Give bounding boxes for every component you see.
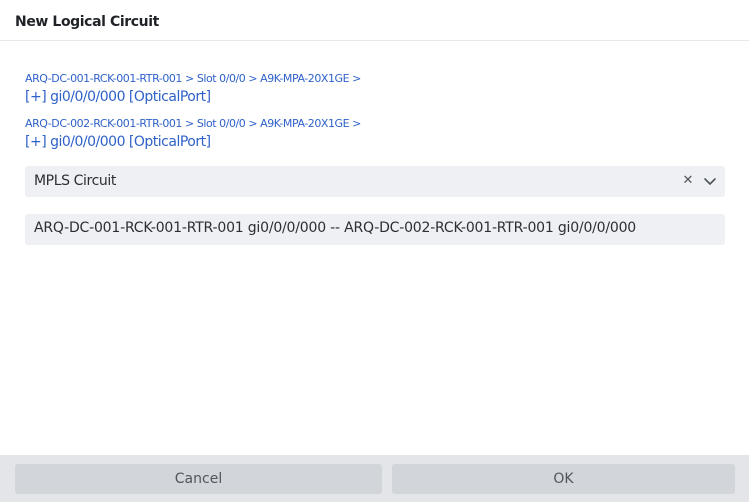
close-icon[interactable]: ✕ — [681, 173, 695, 189]
chevron-down-icon[interactable] — [702, 174, 718, 188]
circuit-type-value: MPLS Circuit — [34, 173, 116, 189]
dialog-footer: Cancel OK — [0, 455, 749, 502]
ok-button[interactable]: OK — [392, 464, 735, 494]
endpoint-a: ARQ-DC-001-RCK-001-RTR-001 > Slot 0/0/0 … — [25, 72, 361, 106]
endpoint-a-port[interactable]: [+] gi0/0/0/000 [OpticalPort] — [25, 88, 361, 106]
circuit-name-field — [25, 214, 725, 245]
endpoint-a-path[interactable]: ARQ-DC-001-RCK-001-RTR-001 > Slot 0/0/0 … — [25, 72, 361, 86]
endpoint-b: ARQ-DC-002-RCK-001-RTR-001 > Slot 0/0/0 … — [25, 117, 361, 151]
endpoint-b-path[interactable]: ARQ-DC-002-RCK-001-RTR-001 > Slot 0/0/0 … — [25, 117, 361, 131]
dialog-title: New Logical Circuit — [15, 14, 159, 30]
circuit-type-select[interactable]: MPLS Circuit ✕ — [25, 166, 725, 197]
cancel-button[interactable]: Cancel — [15, 464, 382, 494]
dialog-header: New Logical Circuit — [0, 0, 749, 41]
circuit-name-input[interactable] — [34, 220, 714, 236]
endpoint-b-port[interactable]: [+] gi0/0/0/000 [OpticalPort] — [25, 133, 361, 151]
